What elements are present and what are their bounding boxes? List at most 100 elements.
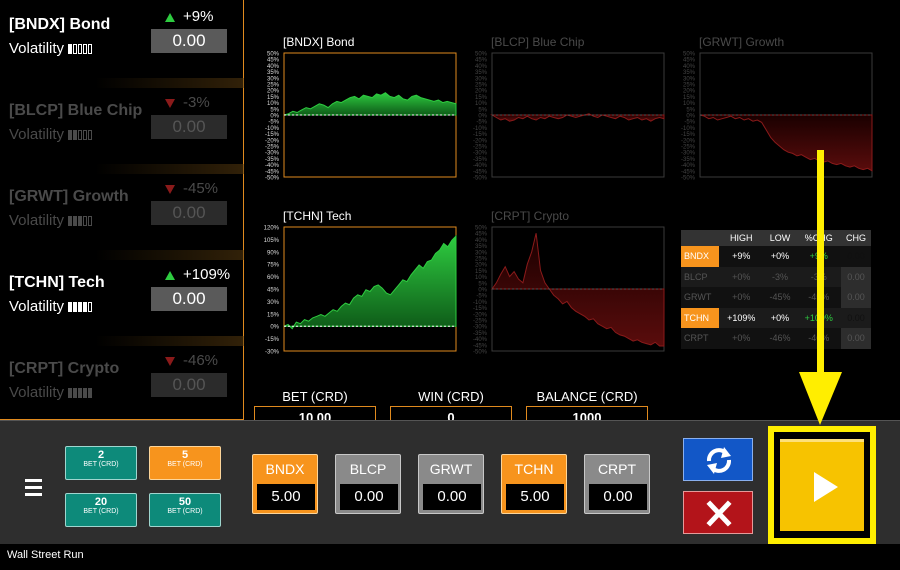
stats-row: GRWT +0% -45% -45% 0.00	[681, 287, 871, 308]
y-tick-label: -5%	[268, 120, 279, 126]
ticker-row[interactable]: [TCHN] Tech Volatility +109% 0.00	[0, 258, 244, 344]
ticker-name: [GRWT] Growth	[9, 188, 129, 205]
ticker-panel: [BNDX] Bond Volatility +9% 0.00 [BLCP] Blue …	[0, 0, 244, 420]
y-tick-label: 15%	[475, 269, 488, 275]
y-tick-label: 20%	[267, 89, 280, 95]
stock-button-blcp[interactable]: BLCP 0.00	[335, 454, 401, 514]
y-tick-label: -30%	[265, 350, 280, 356]
ticker-name: [BNDX] Bond	[9, 16, 111, 33]
ticker-change-value: -3%	[183, 94, 210, 111]
stats-header: %CHG	[796, 230, 841, 246]
volatility-meter	[68, 44, 93, 55]
y-tick-label: 10%	[475, 275, 488, 281]
y-tick-label: 15%	[267, 95, 280, 101]
arrow-up-icon	[165, 12, 175, 22]
chart-plot: 50%45%40%35%30%25%20%15%10%5%0%-5%-10%-1…	[473, 226, 665, 356]
stock-bet-value: 0.00	[340, 484, 398, 510]
y-tick-label: 90%	[267, 250, 280, 256]
y-tick-label: -45%	[265, 169, 280, 175]
volatility-meter	[68, 388, 93, 399]
ticker-row[interactable]: [CRPT] Crypto Volatility -46% 0.00	[0, 344, 244, 430]
y-tick-label: 35%	[475, 70, 488, 76]
arrow-down-icon	[165, 356, 175, 366]
chart-plot: 50%45%40%35%30%25%20%15%10%5%0%-5%-10%-1…	[473, 52, 665, 182]
stats-cell: -3%	[763, 266, 797, 287]
bet-chip-50[interactable]: 50 BET (CRD)	[149, 493, 221, 527]
y-tick-label: -10%	[473, 126, 488, 132]
y-tick-label: 0%	[686, 114, 695, 120]
y-tick-label: 50%	[475, 226, 488, 232]
y-tick-label: -30%	[265, 151, 280, 157]
stats-header: LOW	[763, 230, 797, 246]
stock-name: GRWT	[429, 461, 473, 477]
ticker-change-value: +9%	[183, 8, 214, 25]
stats-cell: +0%	[763, 307, 797, 328]
refresh-button[interactable]	[683, 438, 753, 481]
y-tick-label: -10%	[265, 126, 280, 132]
ticker-volatility: Volatility	[9, 126, 93, 143]
stats-cell: CRPT	[681, 328, 719, 349]
stock-bet-value: 5.00	[257, 484, 315, 510]
menu-icon[interactable]	[25, 479, 42, 496]
chip-unit: BET (CRD)	[83, 508, 119, 515]
stock-bet-value: 0.00	[589, 484, 647, 510]
y-tick-label: 15%	[475, 95, 488, 101]
y-tick-label: -10%	[681, 126, 696, 132]
y-tick-label: -40%	[265, 163, 280, 169]
chart-title: [CRPT] Crypto	[491, 209, 570, 223]
bet-label: BET (CRD)	[282, 389, 348, 404]
chart-series	[283, 92, 457, 116]
stats-table: HIGH LOW %CHG CHG BNDX +9% +0% +9% 0.00 BLCP +0% -…	[681, 230, 871, 349]
stock-button-bndx[interactable]: BNDX 5.00	[252, 454, 318, 514]
chip-unit: BET (CRD)	[167, 508, 203, 515]
stats-cell: +9%	[796, 246, 841, 267]
stats-cell: 0.00	[841, 266, 871, 287]
stats-cell: 0.00	[841, 328, 871, 349]
stock-name: BNDX	[265, 461, 305, 477]
y-tick-label: -25%	[473, 319, 488, 325]
volatility-meter	[68, 130, 93, 141]
y-tick-label: 30%	[683, 76, 696, 82]
stats-cell: +109%	[719, 307, 764, 328]
stock-bet-value: 5.00	[506, 484, 564, 510]
stats-cell: 0.00	[841, 287, 871, 308]
stats-cell: -46%	[763, 328, 797, 349]
volatility-label: Volatility	[9, 126, 65, 143]
stats-header-row: HIGH LOW %CHG CHG	[681, 230, 871, 246]
ticker-change: -46%	[165, 352, 235, 369]
chip-value: 2	[97, 449, 105, 461]
y-tick-label: 5%	[478, 107, 487, 113]
ticker-volatility: Volatility	[9, 298, 93, 315]
stock-button-crpt[interactable]: CRPT 0.00	[584, 454, 650, 514]
ticker-row[interactable]: [BLCP] Blue Chip Volatility -3% 0.00	[0, 86, 244, 172]
stats-header	[681, 230, 719, 246]
chart-title: [BLCP] Blue Chip	[491, 35, 585, 49]
y-tick-label: -50%	[265, 176, 280, 182]
cancel-button[interactable]	[683, 491, 753, 534]
refresh-icon	[706, 447, 732, 474]
bet-chip-2[interactable]: 2 BET (CRD)	[65, 446, 137, 480]
volatility-label: Volatility	[9, 298, 65, 315]
stock-name: BLCP	[349, 461, 387, 477]
stats-cell: 0.00	[841, 246, 871, 267]
bet-chip-5[interactable]: 5 BET (CRD)	[149, 446, 221, 480]
y-tick-label: 10%	[683, 101, 696, 107]
stock-button-grwt[interactable]: GRWT 0.00	[418, 454, 484, 514]
ticker-name: [BLCP] Blue Chip	[9, 102, 143, 119]
y-tick-label: -15%	[265, 132, 280, 138]
y-tick-label: 45%	[475, 58, 488, 64]
play-button[interactable]	[768, 426, 876, 544]
game-title: Wall Street Run	[7, 549, 84, 561]
stats-cell: +0%	[719, 328, 764, 349]
bet-chip-20[interactable]: 20 BET (CRD)	[65, 493, 137, 527]
stock-button-tchn[interactable]: TCHN 5.00	[501, 454, 567, 514]
y-tick-label: 50%	[267, 52, 280, 58]
y-tick-label: 30%	[267, 76, 280, 82]
arrow-down-icon	[165, 98, 175, 108]
stats-cell: GRWT	[681, 287, 719, 308]
ticker-row[interactable]: [GRWT] Growth Volatility -45% 0.00	[0, 172, 244, 258]
ticker-row[interactable]: [BNDX] Bond Volatility +9% 0.00	[0, 0, 244, 86]
y-tick-label: 5%	[478, 281, 487, 287]
y-tick-label: 0%	[478, 114, 487, 120]
y-tick-label: -15%	[265, 337, 280, 343]
